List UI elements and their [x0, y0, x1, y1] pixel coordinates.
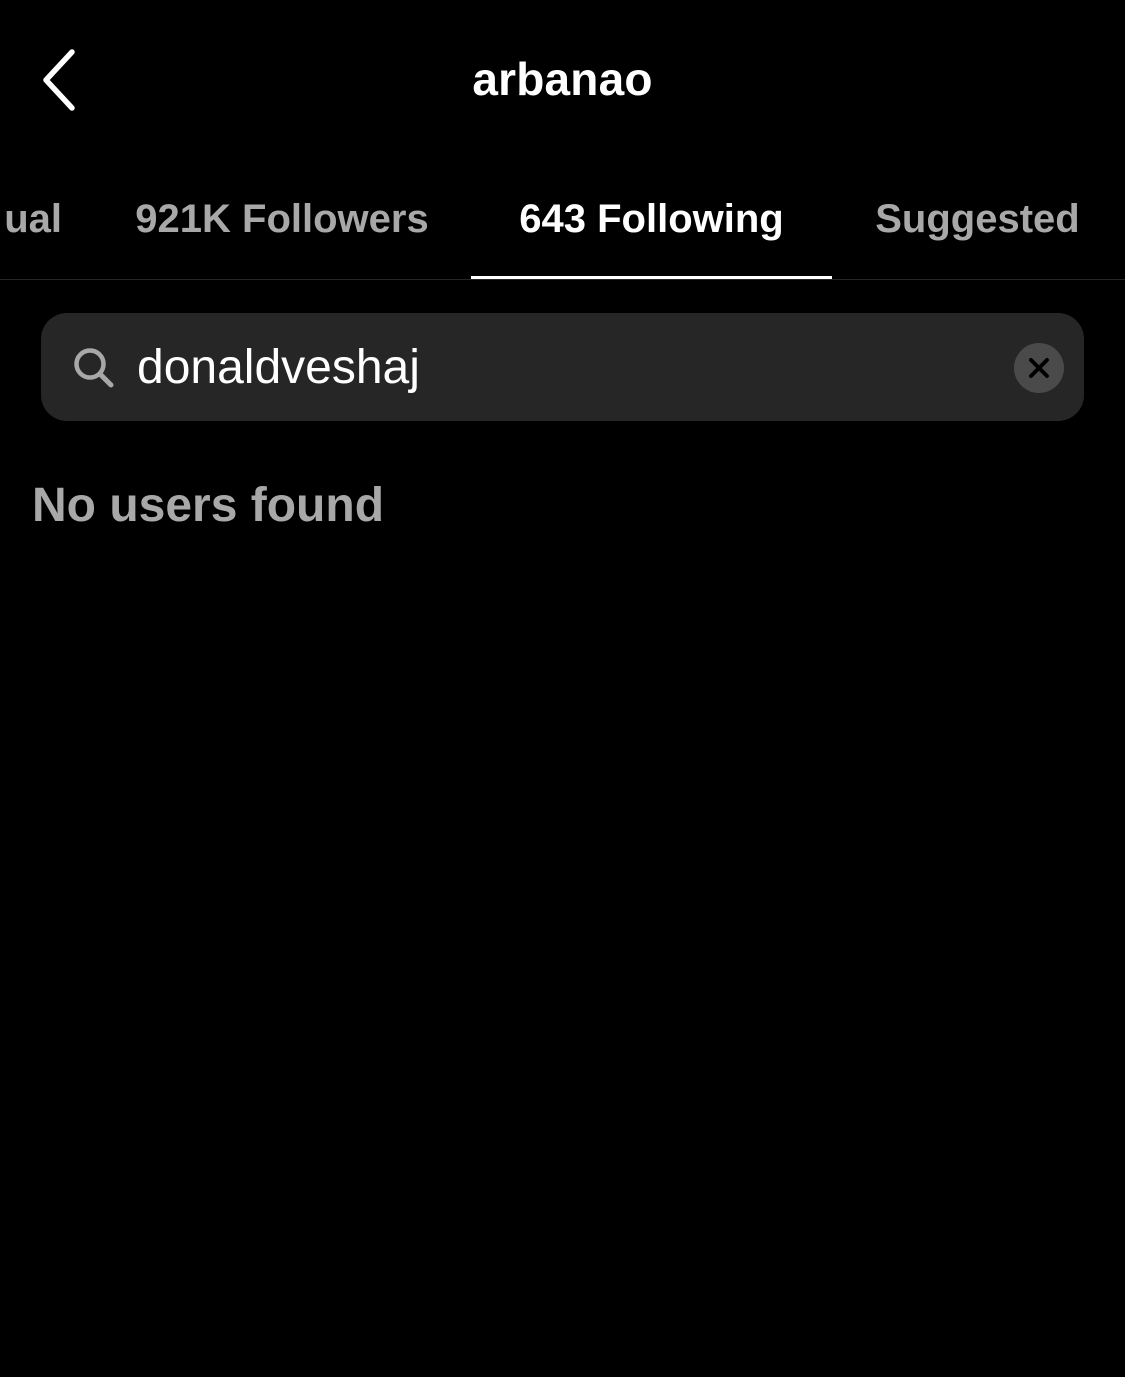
- search-icon: [74, 348, 114, 388]
- search-bar[interactable]: [41, 313, 1084, 421]
- page-title: arbanao: [472, 53, 653, 105]
- clear-search-button[interactable]: [1014, 343, 1064, 393]
- tab-bar: ual 921K Followers 643 Following Suggest…: [0, 160, 1125, 280]
- clear-icon: [1029, 358, 1049, 378]
- tab-followers[interactable]: 921K Followers: [112, 160, 452, 279]
- tab-mutual[interactable]: ual: [0, 160, 62, 279]
- active-tab-indicator: [471, 276, 832, 279]
- tab-suggested[interactable]: Suggested: [850, 160, 1105, 279]
- search-input[interactable]: [137, 313, 997, 421]
- tab-following[interactable]: 643 Following: [471, 160, 832, 279]
- top-bar: arbanao: [0, 0, 1125, 160]
- no-results-message: No users found: [32, 479, 385, 532]
